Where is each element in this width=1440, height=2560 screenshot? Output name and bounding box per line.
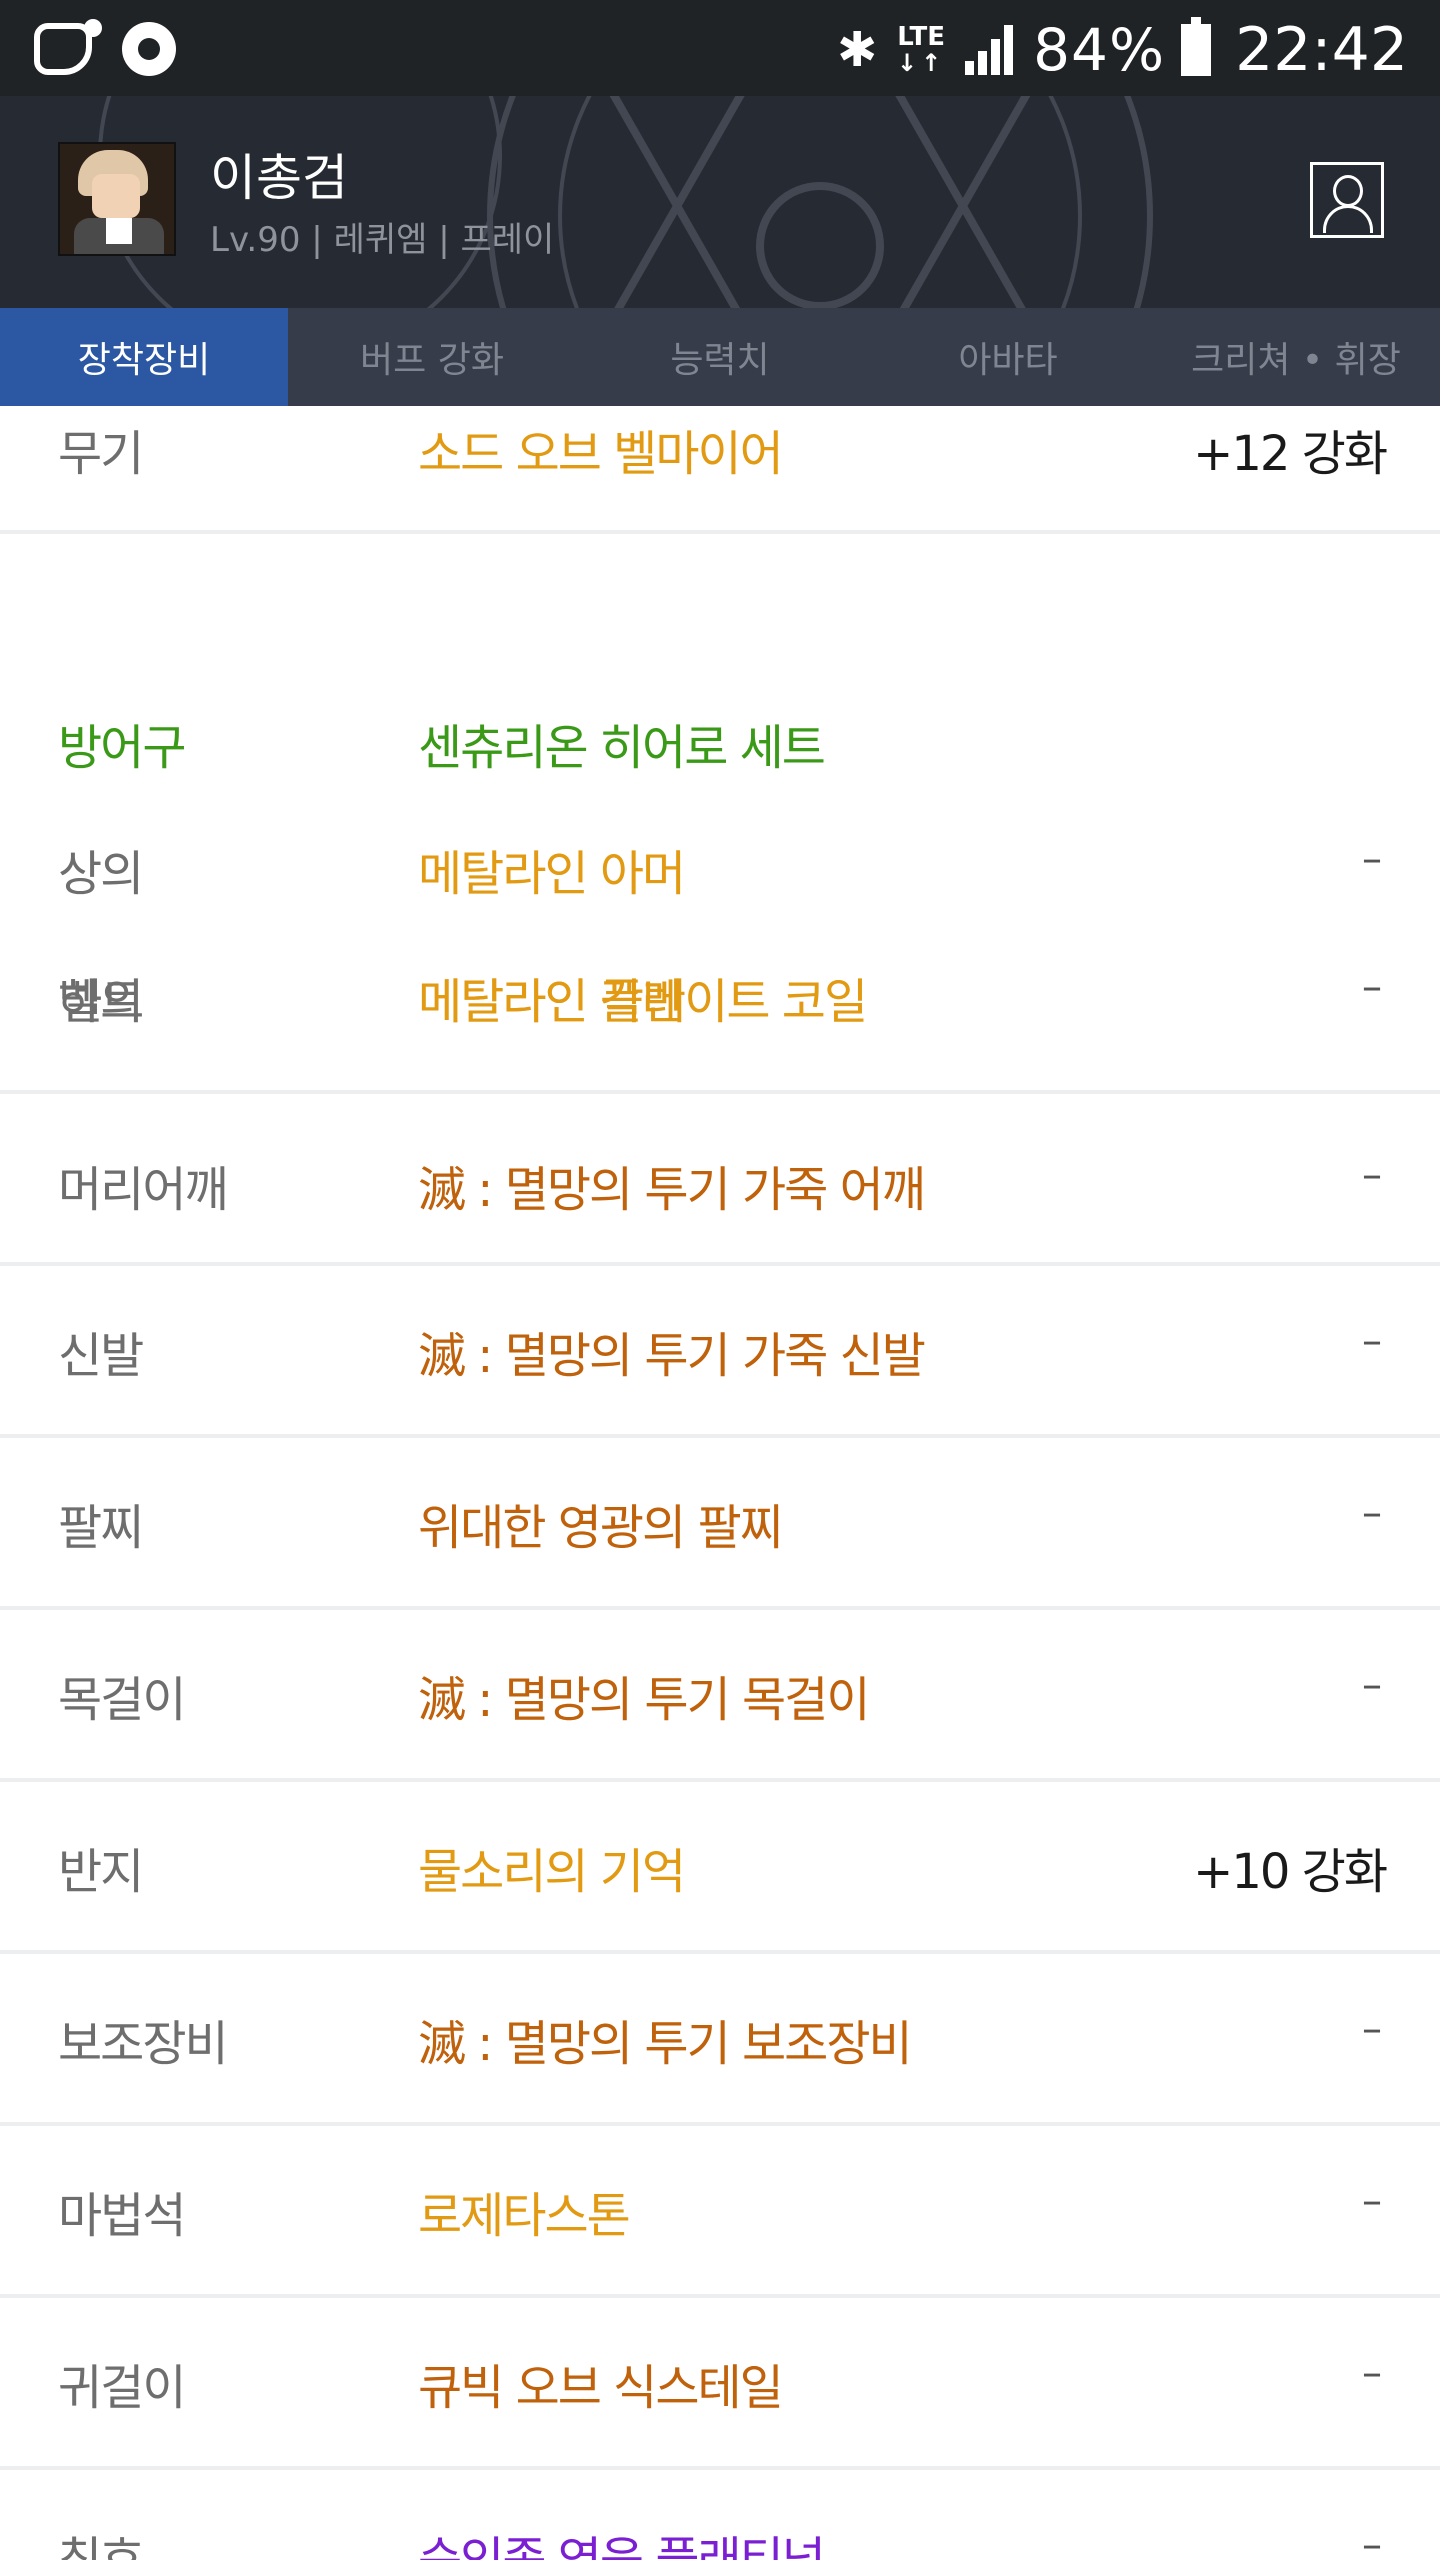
equipment-row-belt[interactable]: 벨트 메탈라인 플레이트 코일 – — [0, 934, 1440, 1062]
slot-label: 보조장비 — [58, 2016, 229, 2072]
item-name: 순인종 영웅 플래티넘 — [418, 2532, 826, 2560]
lte-icon: LTE ↓↑ — [897, 22, 946, 77]
slot-label: 방어구 — [58, 720, 186, 776]
equipment-row-earring[interactable]: 귀걸이 큐빅 오브 식스테일 – — [0, 2298, 1440, 2470]
enhance-value: +10 강화 — [1193, 1844, 1388, 1900]
clock: 22:42 — [1235, 15, 1408, 85]
character-avatar — [58, 142, 176, 256]
slot-label: 신발 — [58, 1328, 144, 1384]
tab-stats[interactable]: 능력치 — [576, 308, 864, 406]
equipment-row-bracelet[interactable]: 팔찌 위대한 영광의 팔찌 – — [0, 1438, 1440, 1610]
item-name: 물소리의 기억 — [418, 1844, 686, 1900]
equipment-row-necklace[interactable]: 목걸이 滅 : 멸망의 투기 목걸이 – — [0, 1610, 1440, 1782]
enhance-value: – — [1362, 836, 1382, 882]
enhance-value: – — [1362, 2350, 1382, 2396]
character-header: 이총검 Lv.90 | 레퀴엠 | 프레이 — [0, 96, 1440, 308]
tab-avatar[interactable]: 아바타 — [864, 308, 1152, 406]
status-left-icons — [34, 19, 176, 76]
character-meta: Lv.90 | 레퀴엠 | 프레이 — [210, 220, 555, 260]
enhance-value: – — [1362, 964, 1382, 1010]
set-name[interactable]: 센츄리온 히어로 세트 — [418, 708, 826, 778]
slot-label: 머리어깨 — [58, 1162, 229, 1218]
signal-icon — [965, 25, 1017, 75]
equipment-list: 무기 소드 오브 벨마이어 +12 강화 방어구 센츄리온 히어로 세트 상의 … — [0, 406, 1440, 2560]
equipment-row-weapon[interactable]: 무기 소드 오브 벨마이어 +12 강화 — [0, 406, 1440, 534]
tab-bar: 장착장비 버프 강화 능력치 아바타 크리쳐 • 휘장 — [0, 308, 1440, 406]
enhance-value: – — [1362, 1318, 1382, 1364]
slot-label: 상의 — [58, 846, 144, 902]
enhance-value: +12 강화 — [1193, 426, 1388, 482]
status-right-icons: ✱ LTE ↓↑ 84% 22:42 — [837, 10, 1408, 90]
enhance-value: – — [1362, 1490, 1382, 1536]
status-bar: ✱ LTE ↓↑ 84% 22:42 — [0, 0, 1440, 96]
slot-label: 팔찌 — [58, 1500, 144, 1556]
bluetooth-icon: ✱ — [836, 22, 878, 78]
enhance-value: – — [1362, 2006, 1382, 2052]
slot-label: 목걸이 — [58, 1672, 186, 1728]
item-name: 滅 : 멸망의 투기 보조장비 — [418, 2016, 913, 2072]
item-name: 滅 : 멸망의 투기 가죽 신발 — [418, 1328, 926, 1384]
battery-icon — [1181, 17, 1212, 76]
uplus-icon — [34, 19, 102, 75]
item-name: 소드 오브 벨마이어 — [418, 426, 784, 482]
tab-creature-emblem[interactable]: 크리쳐 • 휘장 — [1152, 308, 1440, 406]
enhance-value: – — [1362, 1152, 1382, 1198]
slot-label: 마법석 — [58, 2188, 186, 2244]
equipment-row-magic-stone[interactable]: 마법석 로제타스톤 – — [0, 2126, 1440, 2298]
slot-label: 벨트 — [58, 974, 144, 1030]
app-notification-icon — [122, 22, 176, 76]
enhance-value: – — [1362, 1662, 1382, 1708]
enhance-value: – — [1362, 2522, 1382, 2560]
slot-label: 무기 — [58, 426, 144, 482]
item-name: 큐빅 오브 식스테일 — [418, 2360, 784, 2416]
character-name: 이총검 — [210, 149, 348, 207]
tab-buff-enhance[interactable]: 버프 강화 — [288, 308, 576, 406]
item-name: 滅 : 멸망의 투기 가죽 어깨 — [418, 1162, 926, 1218]
slot-label: 칭호 — [58, 2532, 144, 2560]
item-name: 메탈라인 플레이트 코일 — [418, 974, 868, 1030]
equipment-row-ring[interactable]: 반지 물소리의 기억 +10 강화 — [0, 1782, 1440, 1954]
item-name: 위대한 영광의 팔찌 — [418, 1500, 784, 1556]
item-name: 로제타스톤 — [418, 2188, 631, 2244]
profile-button[interactable] — [1310, 162, 1384, 238]
enhance-value: – — [1362, 2178, 1382, 2224]
person-icon — [1333, 175, 1363, 207]
equipment-row-title[interactable]: 칭호 순인종 영웅 플래티넘 – — [0, 2470, 1440, 2560]
item-name[interactable]: 메탈라인 아머 — [418, 834, 686, 904]
item-name: 滅 : 멸망의 투기 목걸이 — [418, 1672, 870, 1728]
tab-equipment[interactable]: 장착장비 — [0, 308, 288, 406]
equipment-row-shoulder[interactable]: 머리어깨 滅 : 멸망의 투기 가죽 어깨 – — [0, 1094, 1440, 1266]
equipment-row-sub[interactable]: 보조장비 滅 : 멸망의 투기 보조장비 – — [0, 1954, 1440, 2126]
equipment-row-shoes[interactable]: 신발 滅 : 멸망의 투기 가죽 신발 – — [0, 1266, 1440, 1438]
battery-percent: 84% — [1033, 16, 1166, 84]
slot-label: 반지 — [58, 1844, 144, 1900]
slot-label: 귀걸이 — [58, 2360, 186, 2416]
